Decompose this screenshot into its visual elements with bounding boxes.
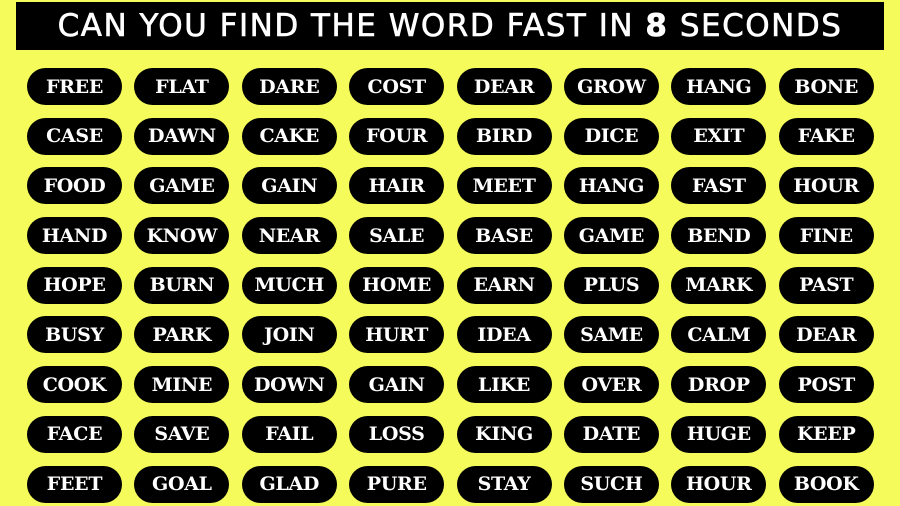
word-tile[interactable]: FAIL [241, 415, 337, 453]
puzzle-title: CAN YOU FIND THE WORD FAST IN 8 SECONDS [57, 8, 843, 45]
word-tile[interactable]: GAME [134, 167, 230, 205]
word-tile[interactable]: HOPE [27, 266, 122, 304]
word-tile[interactable]: MARK [671, 266, 767, 304]
word-tile[interactable]: PARK [134, 316, 230, 354]
word-tile[interactable]: BUSY [27, 316, 122, 354]
word-tile[interactable]: SAME [563, 316, 659, 354]
word-tile[interactable]: GROW [563, 68, 659, 105]
word-tile[interactable]: LOSS [349, 415, 445, 453]
word-tile[interactable]: NEAR [241, 217, 337, 255]
word-tile[interactable]: LIKE [456, 366, 552, 404]
word-tile[interactable]: SUCH [563, 465, 659, 503]
word-tile[interactable]: HUGE [671, 415, 767, 453]
word-tile[interactable]: FREE [27, 68, 122, 105]
word-tile[interactable]: FAST [671, 167, 767, 205]
word-grid: FREE FLAT DARE COST DEAR GROW HANG BONE CASE DAWN… [27, 68, 874, 503]
word-tile[interactable]: FOOD [27, 167, 122, 205]
word-tile[interactable]: MINE [134, 366, 230, 404]
word-tile[interactable]: FINE [778, 217, 874, 255]
word-tile[interactable]: HURT [349, 316, 445, 354]
word-tile[interactable]: FLAT [134, 68, 230, 105]
word-tile[interactable]: KNOW [134, 217, 230, 255]
word-tile[interactable]: POST [778, 366, 874, 404]
word-tile[interactable]: BONE [778, 68, 874, 105]
word-tile[interactable]: CALM [671, 316, 767, 354]
word-tile[interactable]: FAKE [778, 117, 874, 155]
word-tile[interactable]: DICE [563, 117, 659, 155]
word-tile[interactable]: KEEP [778, 415, 874, 453]
title-suffix: SECONDS [668, 8, 843, 45]
word-tile[interactable]: MEET [456, 167, 552, 205]
word-tile[interactable]: DARE [241, 68, 337, 105]
word-tile[interactable]: CAKE [241, 117, 337, 155]
word-tile[interactable]: BEND [671, 217, 767, 255]
word-tile[interactable]: CASE [27, 117, 122, 155]
word-tile[interactable]: GAIN [349, 366, 445, 404]
title-prefix: CAN YOU FIND THE WORD FAST IN [57, 8, 646, 45]
word-tile[interactable]: BIRD [456, 117, 552, 155]
word-tile[interactable]: JOIN [241, 316, 337, 354]
word-tile[interactable]: FACE [27, 415, 122, 453]
word-tile[interactable]: BOOK [778, 465, 874, 503]
word-tile[interactable]: SALE [349, 217, 445, 255]
word-tile[interactable]: PURE [349, 465, 445, 503]
word-tile[interactable]: SAVE [134, 415, 230, 453]
word-tile[interactable]: GAME [563, 217, 659, 255]
word-tile[interactable]: HOME [349, 266, 445, 304]
word-tile[interactable]: DEAR [456, 68, 552, 105]
word-tile[interactable]: GAIN [241, 167, 337, 205]
word-tile[interactable]: COST [349, 68, 445, 105]
word-tile[interactable]: BURN [134, 266, 230, 304]
word-tile[interactable]: PAST [778, 266, 874, 304]
word-tile[interactable]: BASE [456, 217, 552, 255]
word-tile[interactable]: HAIR [349, 167, 445, 205]
word-tile[interactable]: EXIT [671, 117, 767, 155]
word-tile[interactable]: STAY [456, 465, 552, 503]
word-tile[interactable]: KING [456, 415, 552, 453]
word-tile[interactable]: MUCH [241, 266, 337, 304]
title-seconds-number: 8 [645, 8, 669, 45]
word-tile[interactable]: GOAL [134, 465, 230, 503]
word-tile[interactable]: DATE [563, 415, 659, 453]
word-tile[interactable]: DEAR [778, 316, 874, 354]
word-tile[interactable]: GLAD [241, 465, 337, 503]
word-tile[interactable]: COOK [27, 366, 122, 404]
title-banner: CAN YOU FIND THE WORD FAST IN 8 SECONDS [16, 2, 884, 50]
word-tile[interactable]: FEET [27, 465, 122, 503]
word-tile[interactable]: HOUR [671, 465, 767, 503]
word-tile[interactable]: OVER [563, 366, 659, 404]
word-tile[interactable]: HAND [27, 217, 122, 255]
word-tile[interactable]: EARN [456, 266, 552, 304]
word-tile[interactable]: DAWN [134, 117, 230, 155]
word-tile[interactable]: DROP [671, 366, 767, 404]
word-tile[interactable]: HANG [671, 68, 767, 105]
word-tile[interactable]: DOWN [241, 366, 337, 404]
word-tile[interactable]: HOUR [778, 167, 874, 205]
word-tile[interactable]: FOUR [349, 117, 445, 155]
word-tile[interactable]: PLUS [563, 266, 659, 304]
word-tile[interactable]: HANG [563, 167, 659, 205]
word-tile[interactable]: IDEA [456, 316, 552, 354]
